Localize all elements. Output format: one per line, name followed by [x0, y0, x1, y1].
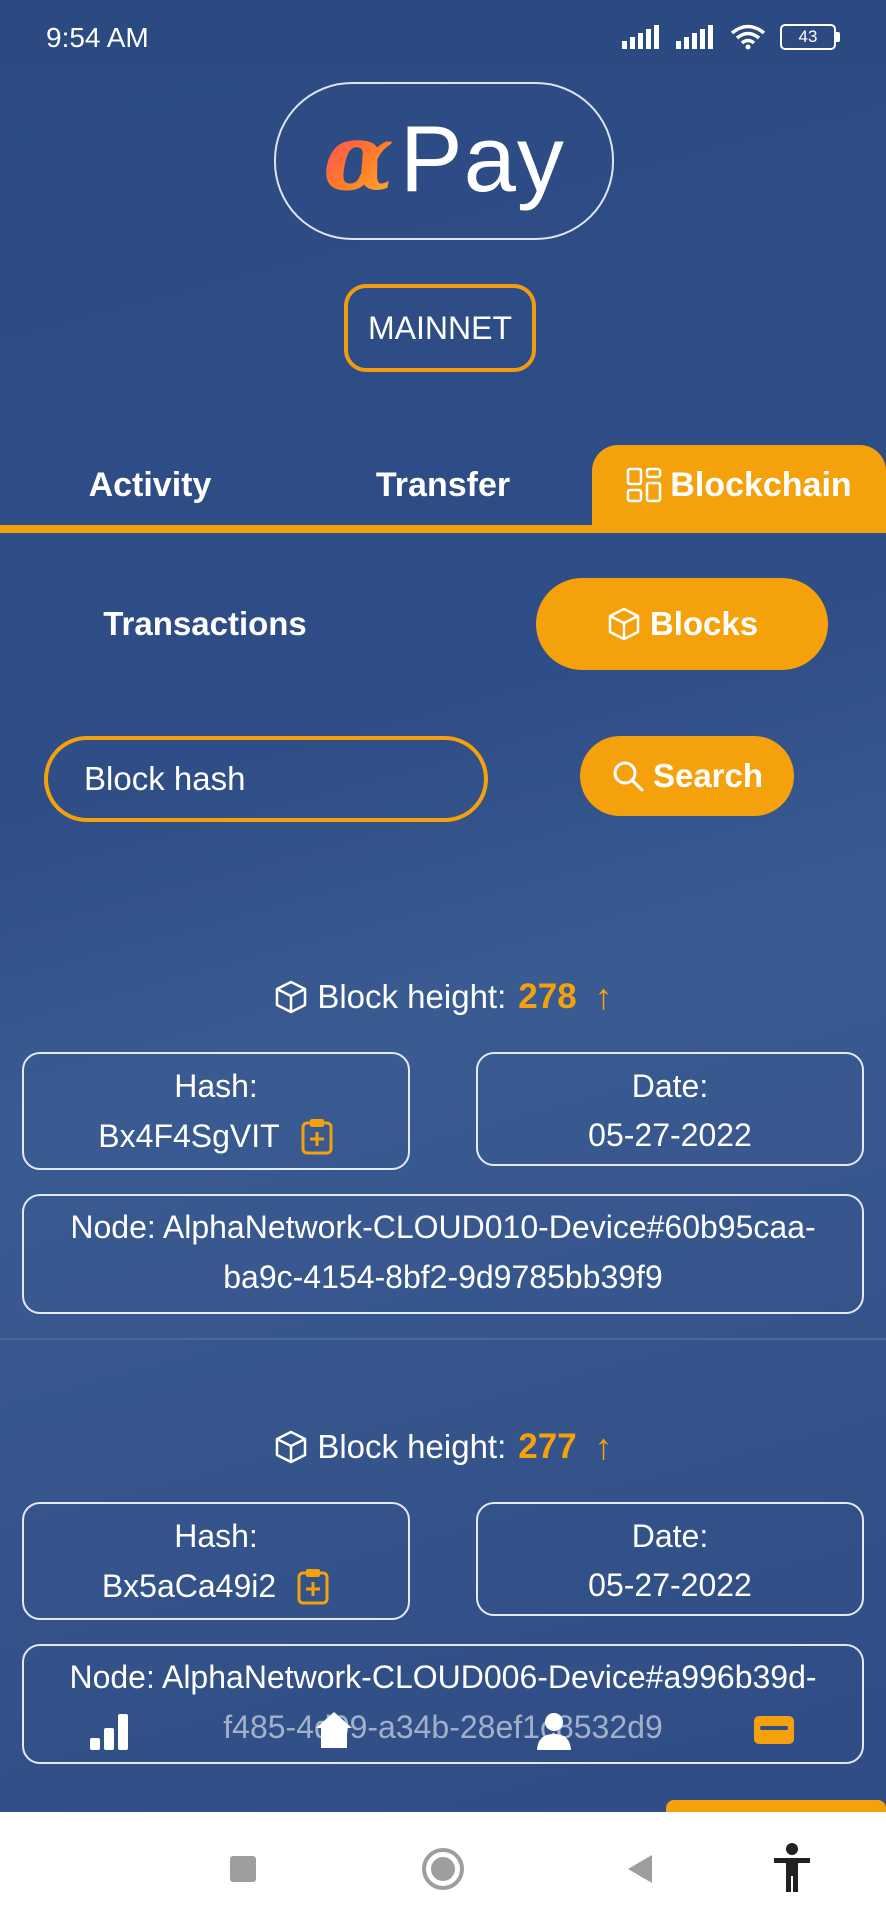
block-hash-input[interactable] — [82, 759, 446, 799]
battery-icon: 43 — [780, 24, 840, 50]
node-text-line1: Node: AlphaNetwork-CLOUD010-Device#60b95… — [70, 1209, 816, 1245]
stats-icon[interactable] — [88, 1708, 132, 1752]
hash-row: Bx4F4SgVIT — [24, 1117, 408, 1155]
hash-value: Bx5aCa49i2 — [101, 1567, 277, 1604]
node-text-line2: f485-4d09-a34b-28ef1c8532d9 — [223, 1709, 663, 1745]
system-navigation-bar — [0, 1812, 886, 1920]
search-button[interactable]: Search — [580, 736, 794, 816]
tab-transfer[interactable]: Transfer — [330, 445, 556, 525]
subtab-label: Blocks — [649, 605, 759, 642]
block-divider — [0, 1338, 886, 1340]
date-value: 05-27-2022 — [588, 1567, 752, 1603]
status-time: 9:54 AM — [46, 22, 149, 53]
hash-row: Bx5aCa49i2 — [24, 1567, 408, 1605]
tabs-underline — [0, 525, 886, 533]
tab-label: Activity — [88, 465, 212, 504]
tab-label: Transfer — [375, 465, 511, 504]
signal-icon — [676, 25, 713, 49]
node-card: Node: AlphaNetwork-CLOUD010-Device#60b95… — [22, 1194, 864, 1314]
tab-blockchain[interactable]: Blockchain — [592, 445, 886, 525]
tab-activity[interactable]: Activity — [40, 445, 260, 525]
subtab-blocks[interactable]: Blocks — [536, 578, 828, 670]
block-height-value: 278 — [518, 977, 577, 1016]
block-height-row: Block height: 278 ↑ — [0, 976, 886, 1018]
block-height-value: 277 — [518, 1427, 577, 1466]
hash-card: Hash: Bx5aCa49i2 — [22, 1502, 410, 1620]
date-label: Date: — [631, 1518, 709, 1554]
main-tabs: Activity Transfer Blockchain — [0, 445, 886, 533]
hash-label: Hash: — [174, 1518, 258, 1554]
logo-text: Pay — [399, 106, 565, 211]
hash-card: Hash: Bx4F4SgVIT — [22, 1052, 410, 1170]
subtab-label: Transactions — [103, 605, 307, 642]
app-logo: α Pay — [274, 82, 614, 240]
logo-alpha-symbol: α — [323, 103, 394, 211]
cube-icon — [276, 1430, 307, 1464]
home-icon[interactable] — [312, 1708, 356, 1752]
user-icon[interactable] — [532, 1708, 576, 1752]
dashboard-icon — [627, 467, 662, 503]
home-button-icon[interactable] — [420, 1846, 466, 1892]
search-icon — [613, 761, 644, 792]
date-card: Date: 05-27-2022 — [476, 1502, 864, 1616]
date-value: 05-27-2022 — [588, 1117, 752, 1153]
wallet-icon[interactable] — [752, 1708, 796, 1752]
tab-label: Blockchain — [670, 465, 852, 504]
arrow-up-icon: ↑ — [594, 1426, 613, 1467]
status-icons: 43 — [622, 24, 840, 50]
cube-icon — [276, 980, 307, 1014]
cube-icon — [608, 607, 640, 641]
search-button-label: Search — [652, 757, 764, 794]
hash-value: Bx4F4SgVIT — [98, 1117, 280, 1154]
back-icon[interactable] — [624, 1852, 656, 1886]
block-height-label: Block height: — [317, 1428, 507, 1465]
network-selector[interactable]: MAINNET — [344, 284, 536, 372]
recent-apps-icon[interactable] — [228, 1854, 258, 1884]
node-card: Node: AlphaNetwork-CLOUD006-Device#a996b… — [22, 1644, 864, 1764]
node-text-line2: ba9c-4154-8bf2-9d9785bb39f9 — [223, 1259, 663, 1295]
arrow-up-icon: ↑ — [594, 976, 613, 1017]
clipboard-icon[interactable] — [296, 1567, 330, 1605]
status-bar: 9:54 AM 43 — [0, 0, 886, 70]
active-nav-indicator — [666, 1800, 886, 1812]
accessibility-icon[interactable] — [770, 1842, 814, 1894]
clipboard-icon[interactable] — [300, 1117, 334, 1155]
app-screen: 9:54 AM 43 α Pay MAINNET Activity Transf… — [0, 0, 886, 1812]
block-height-row: Block height: 277 ↑ — [0, 1426, 886, 1468]
date-label: Date: — [631, 1068, 709, 1104]
wifi-icon — [730, 24, 766, 50]
node-text-line1: Node: AlphaNetwork-CLOUD006-Device#a996b… — [69, 1659, 817, 1695]
hash-label: Hash: — [174, 1068, 258, 1104]
block-hash-search-field[interactable] — [44, 736, 488, 822]
network-label: MAINNET — [368, 309, 512, 346]
date-card: Date: 05-27-2022 — [476, 1052, 864, 1166]
block-height-label: Block height: — [317, 978, 507, 1015]
subtab-transactions[interactable]: Transactions — [90, 578, 320, 670]
signal-icon — [622, 25, 659, 49]
